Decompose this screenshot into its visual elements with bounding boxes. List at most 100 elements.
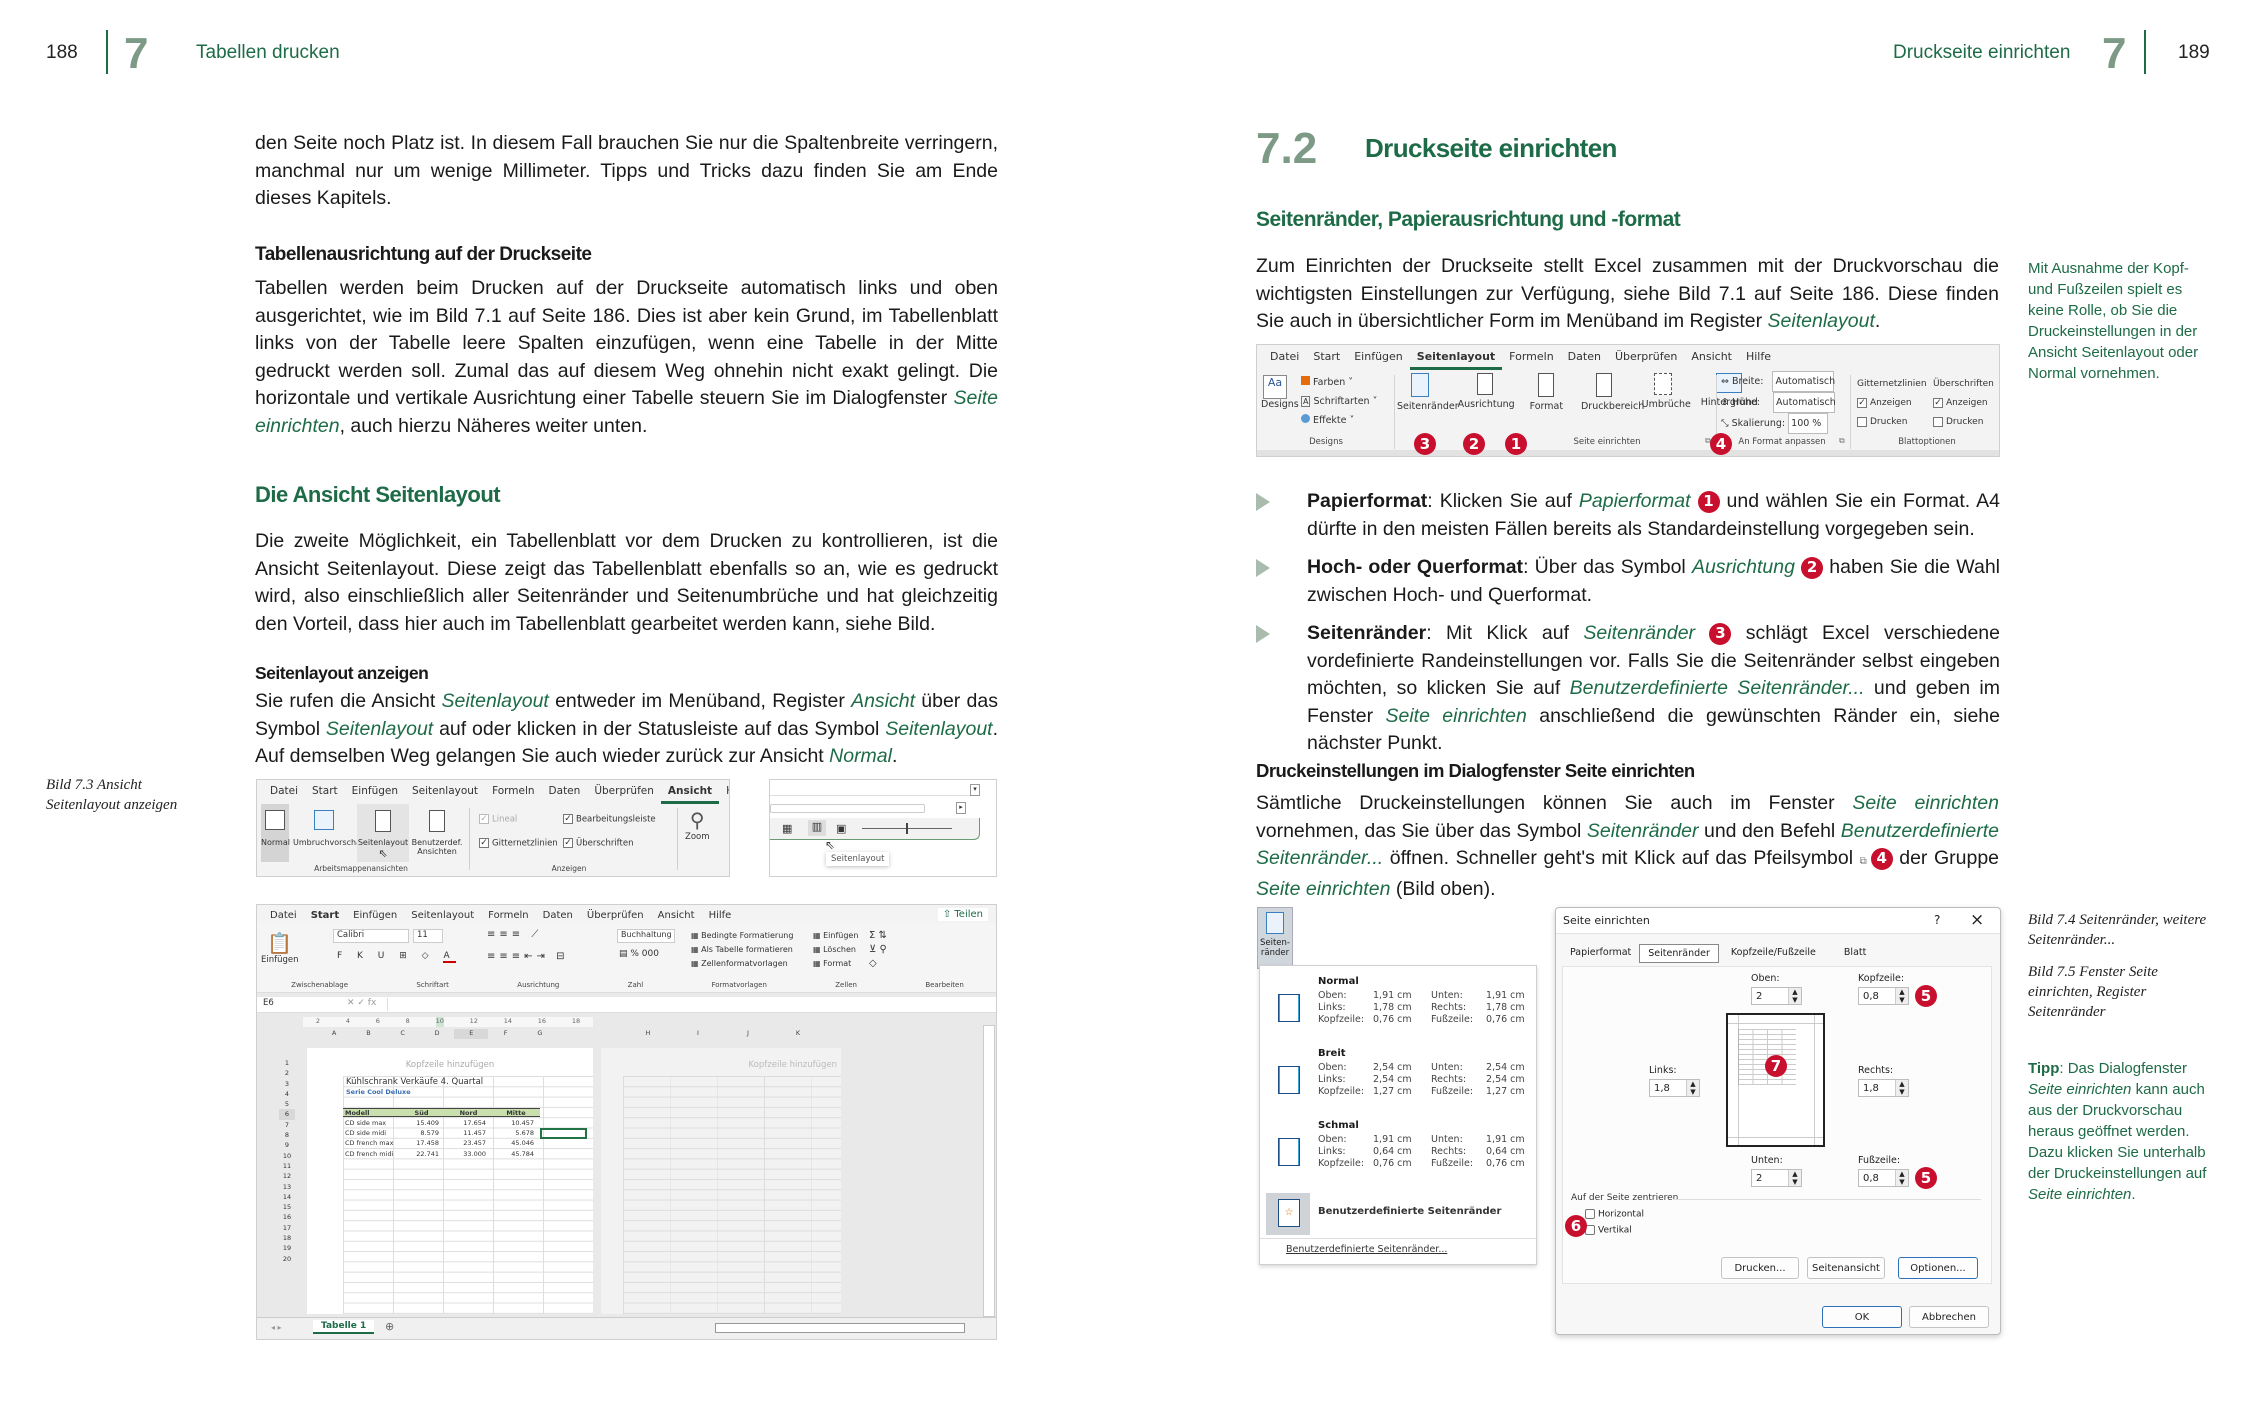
options-button[interactable]: Optionen...: [1898, 1257, 1978, 1279]
fonts-button[interactable]: A Schriftarten ˅: [1301, 392, 1377, 411]
name-box[interactable]: E6: [261, 998, 327, 1011]
font-name-select[interactable]: Calibri: [333, 929, 409, 943]
tab[interactable]: Hilfe: [719, 785, 729, 804]
table-cell[interactable]: CD side midi: [343, 1128, 398, 1138]
delete-cells-button[interactable]: ▦ Löschen: [813, 943, 858, 957]
insert-cells-button[interactable]: ▦ Einfügen: [813, 929, 858, 943]
headings-view-checkbox[interactable]: ✓ Anzeigen: [1933, 394, 1994, 413]
spin-arrows-icon[interactable]: ▲ ▼: [1788, 1170, 1801, 1186]
size-button[interactable]: Format: [1526, 373, 1566, 433]
link-seite-einrichten[interactable]: Seite einrichten: [1385, 705, 1526, 727]
tab[interactable]: Hilfe: [1739, 350, 1778, 370]
checkbox-ueberschriften[interactable]: ✓ Überschriften: [563, 838, 633, 849]
format-as-table-button[interactable]: ▦ Als Tabelle formatieren: [691, 943, 793, 957]
link-seitenlayout[interactable]: Seitenlayout: [326, 718, 433, 740]
tab[interactable]: Überprüfen: [587, 785, 661, 804]
scale-dialog-launcher-icon[interactable]: ⧉: [1839, 436, 1845, 446]
margins-button[interactable]: Seitenränder: [1397, 373, 1459, 433]
row-header[interactable]: 1: [279, 1058, 295, 1068]
fusszeile-spinner[interactable]: 0,8 ▲ ▼: [1858, 1169, 1909, 1187]
alignment-buttons-2[interactable]: ≡≡≡⇤⇥ ⊟: [487, 951, 568, 962]
horizontal-scrollbar[interactable]: [715, 1323, 965, 1333]
checkbox-gitternetzlinien[interactable]: ✓ Gitternetzlinien: [479, 838, 558, 849]
tab[interactable]: Datei: [1263, 350, 1306, 370]
kopfzeile-spinner[interactable]: 0,8 ▲ ▼: [1858, 987, 1909, 1005]
row-header[interactable]: 10: [279, 1151, 295, 1161]
column-header[interactable]: B: [351, 1029, 385, 1039]
link-benutzerdefinierte-seitenraender[interactable]: Benutzerdefinierte Seitenränder...: [1570, 677, 1865, 699]
row-header[interactable]: 3: [279, 1079, 295, 1089]
column-header[interactable]: F: [488, 1029, 522, 1039]
unten-spinner[interactable]: 2 ▲ ▼: [1751, 1169, 1802, 1187]
links-spinner[interactable]: 1,8 ▲ ▼: [1649, 1079, 1700, 1097]
tab[interactable]: Start: [305, 785, 345, 804]
view-normal-button[interactable]: Normal: [261, 804, 290, 862]
number-buttons[interactable]: ▤ % 000: [619, 949, 659, 959]
scroll-right-icon[interactable]: ▸: [956, 802, 966, 814]
margins-dropdown-button[interactable]: Seiten-ränder: [1257, 907, 1293, 969]
column-header[interactable]: D: [420, 1029, 454, 1039]
link-seitenlayout[interactable]: Seitenlayout: [1768, 310, 1875, 332]
table-cell[interactable]: 22.741: [398, 1149, 445, 1159]
column-header[interactable]: A: [317, 1029, 351, 1039]
header-placeholder[interactable]: Kopfzeile hinzufügen: [307, 1060, 593, 1070]
checkbox-lineal[interactable]: ✓ Lineal: [479, 814, 517, 825]
spin-arrows-icon[interactable]: ▲ ▼: [1895, 1170, 1908, 1186]
column-header[interactable]: I: [673, 1029, 723, 1039]
orientation-button[interactable]: Ausrichtung: [1458, 373, 1515, 433]
row-header[interactable]: 2: [279, 1068, 295, 1078]
table-cell[interactable]: CD french midi: [343, 1149, 398, 1159]
horizontal-scrollbar[interactable]: [770, 804, 925, 813]
table-cell[interactable]: 17.458: [398, 1138, 445, 1148]
tab[interactable]: Daten: [1561, 350, 1608, 370]
tab[interactable]: Formeln: [1502, 350, 1561, 370]
tab[interactable]: Start: [1306, 350, 1347, 370]
table-cell[interactable]: 15.409: [398, 1118, 445, 1128]
row-header[interactable]: 14: [279, 1192, 295, 1202]
help-button[interactable]: ?: [1934, 913, 1940, 927]
custom-last-item[interactable]: ☆ Benutzerdefinierte Seitenränder: [1264, 1190, 1530, 1236]
height-select[interactable]: Automatisch: [1773, 392, 1836, 413]
tab-seitenraender[interactable]: Seitenränder: [1639, 944, 1719, 963]
cancel-button[interactable]: Abbrechen: [1909, 1306, 1989, 1328]
row-header[interactable]: 16: [279, 1212, 295, 1222]
tab[interactable]: Formeln: [485, 785, 541, 804]
row-header[interactable]: 12: [279, 1171, 295, 1181]
effects-button[interactable]: Effekte ˅: [1301, 411, 1377, 430]
view-seitenlayout-button[interactable]: Seitenlayout ⇖: [357, 804, 409, 862]
row-header[interactable]: 15: [279, 1202, 295, 1212]
checkbox-bearbeitungsleiste[interactable]: ✓ Bearbeitungsleiste: [563, 814, 656, 825]
gridlines-print-checkbox[interactable]: Drucken: [1857, 413, 1927, 432]
tab[interactable]: Daten: [542, 785, 588, 804]
link-seitenraender[interactable]: Seitenränder: [1583, 622, 1695, 644]
oben-spinner[interactable]: 2 ▲ ▼: [1751, 987, 1802, 1005]
page-break-view-icon[interactable]: ▣: [836, 822, 846, 835]
zoom-slider-thumb[interactable]: [906, 823, 908, 834]
table-cell[interactable]: 17.654: [445, 1118, 492, 1128]
tab[interactable]: Ansicht: [1684, 350, 1739, 370]
close-button[interactable]: ×: [1970, 910, 1984, 930]
tab-seitenlayout[interactable]: Seitenlayout: [1409, 350, 1503, 370]
row-header[interactable]: 7: [279, 1120, 295, 1130]
format-cells-button[interactable]: ▦ Format: [813, 957, 858, 971]
link-normal[interactable]: Normal: [829, 745, 892, 767]
margin-preset-breit[interactable]: Breit Oben: 2,54 cm Unten: 2,54 cm Links: 2,54…: [1260, 1048, 1536, 1114]
header-placeholder[interactable]: Kopfzeile hinzufügen: [749, 1060, 837, 1070]
view-umbruchvorschau-button[interactable]: Umbruchvorschau: [293, 804, 366, 862]
selected-cell-e6[interactable]: [540, 1128, 587, 1139]
row-header[interactable]: 13: [279, 1182, 295, 1192]
link-seitenlayout[interactable]: Seitenlayout: [442, 690, 549, 712]
table-cell[interactable]: 33.000: [445, 1149, 492, 1159]
link-ansicht[interactable]: Ansicht: [851, 690, 915, 712]
column-header[interactable]: G: [523, 1029, 557, 1039]
table-cell[interactable]: 45.046: [492, 1138, 540, 1148]
ok-button[interactable]: OK: [1822, 1306, 1902, 1328]
tab-ansicht[interactable]: Ansicht: [660, 785, 720, 804]
formula-buttons[interactable]: ✕ ✓ fx: [347, 998, 376, 1008]
page-layout-view-icon[interactable]: ▥: [808, 820, 826, 836]
sheet-nav-icons[interactable]: ◂ ▸: [271, 1323, 282, 1332]
row-header[interactable]: 11: [279, 1161, 295, 1171]
spin-arrows-icon[interactable]: ▲ ▼: [1686, 1080, 1699, 1096]
formula-input[interactable]: [387, 998, 987, 1011]
link-ausrichtung[interactable]: Ausrichtung: [1692, 556, 1795, 578]
